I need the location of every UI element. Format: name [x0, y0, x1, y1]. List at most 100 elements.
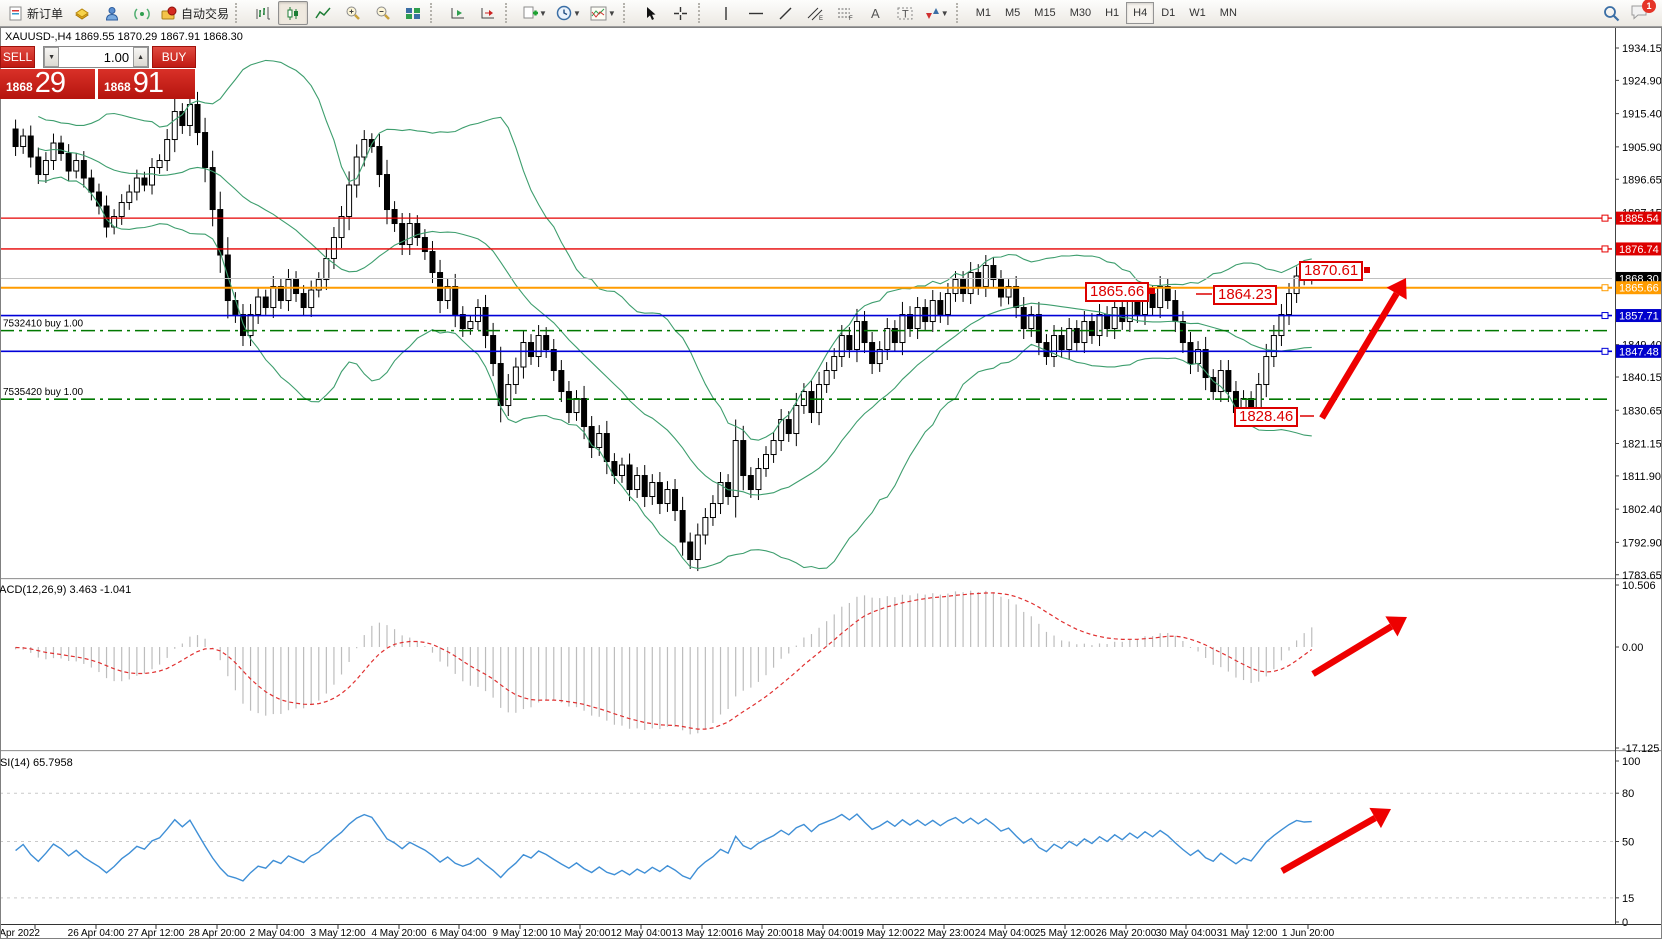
svg-text:1876.74: 1876.74: [1619, 244, 1659, 256]
tab-timeframe-h1[interactable]: H1: [1098, 2, 1126, 24]
date-tick-label: 12 May 04:00: [611, 928, 672, 939]
price-tick-label: 1811.90: [1622, 471, 1661, 483]
svg-text:T: T: [902, 8, 909, 20]
search-icon[interactable]: [1603, 5, 1620, 22]
autotrade-icon: [161, 6, 177, 21]
price-tick-label: 1934.15: [1622, 43, 1662, 55]
signals-button[interactable]: [127, 1, 157, 25]
date-tick-label: 13 May 12:00: [672, 928, 733, 939]
buy-button[interactable]: BUY: [152, 46, 196, 68]
tab-timeframe-w1[interactable]: W1: [1182, 2, 1213, 24]
date-tick-label: 30 May 04:00: [1156, 928, 1217, 939]
vertical-line-tool[interactable]: [711, 1, 741, 25]
line-chart-icon: [315, 6, 331, 21]
clock-icon: [556, 5, 572, 21]
lot-size-input[interactable]: [59, 47, 133, 67]
macd-axis-label: 10.506: [1622, 580, 1656, 592]
svg-text:E: E: [819, 16, 823, 21]
new-chart-icon: [522, 6, 538, 21]
line-end-marker: [1602, 215, 1608, 221]
rsi-axis-label: 0: [1622, 917, 1628, 929]
zoom-out-icon: [375, 5, 391, 21]
chart-candles-button[interactable]: [278, 1, 308, 25]
rsi-axis-label: 80: [1622, 788, 1634, 800]
price-callout[interactable]: 1870.61: [1299, 261, 1363, 281]
price-tick-label: 1821.15: [1622, 439, 1662, 451]
tile-windows-button[interactable]: [398, 1, 428, 25]
price-callout[interactable]: 1865.66: [1085, 282, 1149, 302]
text-label-tool[interactable]: T: [891, 1, 921, 25]
rsi-label: RSI(14) 65.7958: [0, 757, 73, 769]
trend-arrow[interactable]: [1282, 818, 1375, 871]
price-callout[interactable]: 1828.46: [1234, 407, 1298, 427]
trend-arrow[interactable]: [1313, 626, 1391, 674]
date-tick-label: 25 May 12:00: [1035, 928, 1096, 939]
symbol-ohlc-header: XAUUSD-,H4 1869.55 1870.29 1867.91 1868.…: [5, 31, 243, 43]
toolbar-grip: [235, 3, 244, 23]
chart-bars-button[interactable]: [248, 1, 278, 25]
text-a-icon: A: [869, 6, 882, 21]
lot-decrease-button[interactable]: ▼: [44, 47, 59, 67]
horizontal-line-tool[interactable]: [741, 1, 771, 25]
svg-text:1885.54: 1885.54: [1619, 213, 1659, 225]
tab-timeframe-d1[interactable]: D1: [1154, 2, 1182, 24]
tab-timeframe-m5[interactable]: M5: [998, 2, 1027, 24]
new-order-icon: [8, 6, 23, 21]
arrows-tool[interactable]: ▼: [921, 1, 954, 25]
auto-scroll-icon: [450, 6, 466, 21]
tab-timeframe-m1[interactable]: M1: [969, 2, 998, 24]
indicators-button[interactable]: ▼: [586, 1, 621, 25]
buy-price-display[interactable]: 1868 91: [98, 69, 195, 99]
text-label-icon: T: [897, 6, 914, 21]
price-tick-label: 1802.40: [1622, 504, 1662, 516]
date-tick-label: 1 Jun 20:00: [1282, 928, 1335, 939]
text-tool[interactable]: A: [861, 1, 891, 25]
tab-timeframe-m30[interactable]: M30: [1063, 2, 1098, 24]
shapes-arrows-icon: [925, 6, 940, 21]
horizontal-line-icon: [748, 6, 764, 21]
new-order-label: 新订单: [27, 5, 63, 22]
zoom-in-button[interactable]: [338, 1, 368, 25]
chart-shift-button[interactable]: [473, 1, 503, 25]
sell-price-big: 29: [35, 70, 65, 97]
crosshair-button[interactable]: [666, 1, 696, 25]
price-tick-label: 1915.40: [1622, 109, 1662, 121]
new-order-button[interactable]: 新订单: [4, 1, 67, 25]
mql-market-button[interactable]: [67, 1, 97, 25]
chat-button[interactable]: 1: [1630, 4, 1648, 23]
date-tick-label: 6 May 04:00: [431, 928, 486, 939]
date-tick-label: 3 May 12:00: [310, 928, 365, 939]
new-chart-button[interactable]: ▼: [518, 1, 552, 25]
toolbar-grip: [505, 3, 514, 23]
zoom-out-button[interactable]: [368, 1, 398, 25]
sell-price-display[interactable]: 1868 29: [0, 69, 95, 99]
bollinger-band: [38, 60, 1311, 440]
community-button[interactable]: [97, 1, 127, 25]
sell-button[interactable]: SELL: [0, 46, 35, 68]
macd-signal-line: [16, 593, 1312, 729]
tab-timeframe-m15[interactable]: M15: [1027, 2, 1062, 24]
rsi-axis-label: 100: [1622, 756, 1640, 768]
fibonacci-tool[interactable]: F: [831, 1, 861, 25]
trendline-tool[interactable]: [771, 1, 801, 25]
chart-line-button[interactable]: [308, 1, 338, 25]
lot-increase-button[interactable]: ▲: [133, 47, 148, 67]
auto-trading-button[interactable]: 自动交易: [157, 1, 233, 25]
svg-text:1857.71: 1857.71: [1619, 311, 1659, 323]
periods-button[interactable]: ▼: [552, 1, 586, 25]
one-click-trading-widget: SELL ▼ ▲ BUY 1868 29 1868 91: [0, 46, 196, 99]
chart-canvas[interactable]: 7532410 buy 1.007535420 buy 1.001934.151…: [0, 27, 1662, 939]
price-callout[interactable]: 1864.23: [1213, 285, 1277, 305]
fibonacci-icon: F: [837, 6, 854, 21]
cursor-button[interactable]: [636, 1, 666, 25]
date-tick-label: 19 May 12:00: [853, 928, 914, 939]
buy-price-small: 1868: [104, 80, 131, 94]
indicators-icon: [590, 6, 607, 21]
line-end-marker: [1602, 313, 1608, 319]
date-tick-label: 10 May 20:00: [550, 928, 611, 939]
auto-scroll-button[interactable]: [443, 1, 473, 25]
tab-timeframe-mn[interactable]: MN: [1213, 2, 1244, 24]
date-tick-label: 16 May 20:00: [732, 928, 793, 939]
channel-tool[interactable]: E: [801, 1, 831, 25]
tab-timeframe-h4[interactable]: H4: [1126, 2, 1154, 24]
